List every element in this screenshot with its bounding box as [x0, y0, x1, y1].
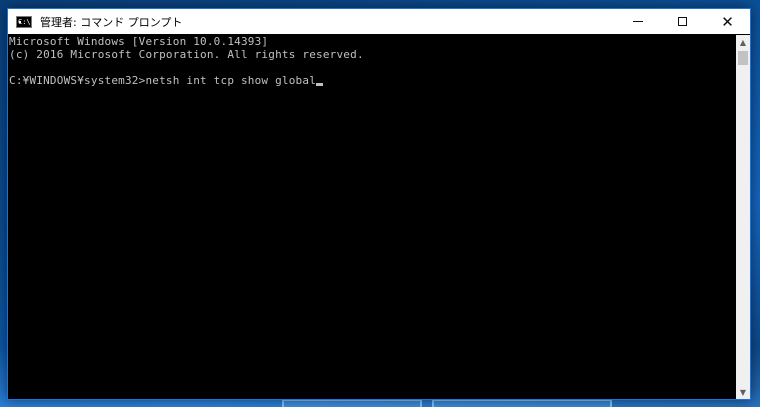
text-cursor — [316, 83, 324, 86]
command-prompt-window: C:\ 管理者: コマンド プロンプト ✕ Microsoft Windows … — [7, 8, 751, 400]
scroll-thumb[interactable] — [738, 51, 748, 65]
maximize-button[interactable] — [660, 9, 705, 34]
minimize-icon — [632, 21, 643, 22]
close-icon: ✕ — [721, 12, 734, 31]
icon-text: C:\ — [18, 17, 31, 26]
console-line: Microsoft Windows [Version 10.0.14393] — [9, 35, 269, 48]
scroll-down-button[interactable]: ▼ — [736, 385, 750, 399]
close-button[interactable]: ✕ — [705, 9, 750, 34]
taskbar-thumbnail-right[interactable] — [432, 399, 612, 407]
taskbar-thumbnail-left[interactable] — [282, 399, 422, 407]
window-title: 管理者: コマンド プロンプト — [40, 15, 183, 29]
command-prompt-icon[interactable]: C:\ — [16, 15, 32, 28]
chevron-down-icon: ▼ — [739, 387, 747, 397]
command-text: C:¥WINDOWS¥system32>netsh int tcp show g… — [9, 74, 317, 87]
console-line: (c) 2016 Microsoft Corporation. All righ… — [9, 48, 364, 61]
scroll-up-button[interactable]: ▲ — [736, 35, 750, 49]
title-bar[interactable]: C:\ 管理者: コマンド プロンプト ✕ — [8, 9, 750, 34]
chevron-up-icon: ▲ — [739, 37, 747, 47]
console-output[interactable]: Microsoft Windows [Version 10.0.14393] (… — [9, 35, 736, 399]
window-controls: ✕ — [615, 9, 750, 34]
vertical-scrollbar[interactable]: ▲ ▼ — [736, 35, 750, 399]
console-prompt-line[interactable]: C:¥WINDOWS¥system32>netsh int tcp show g… — [9, 74, 736, 87]
maximize-icon — [678, 17, 687, 26]
minimize-button[interactable] — [615, 9, 660, 34]
